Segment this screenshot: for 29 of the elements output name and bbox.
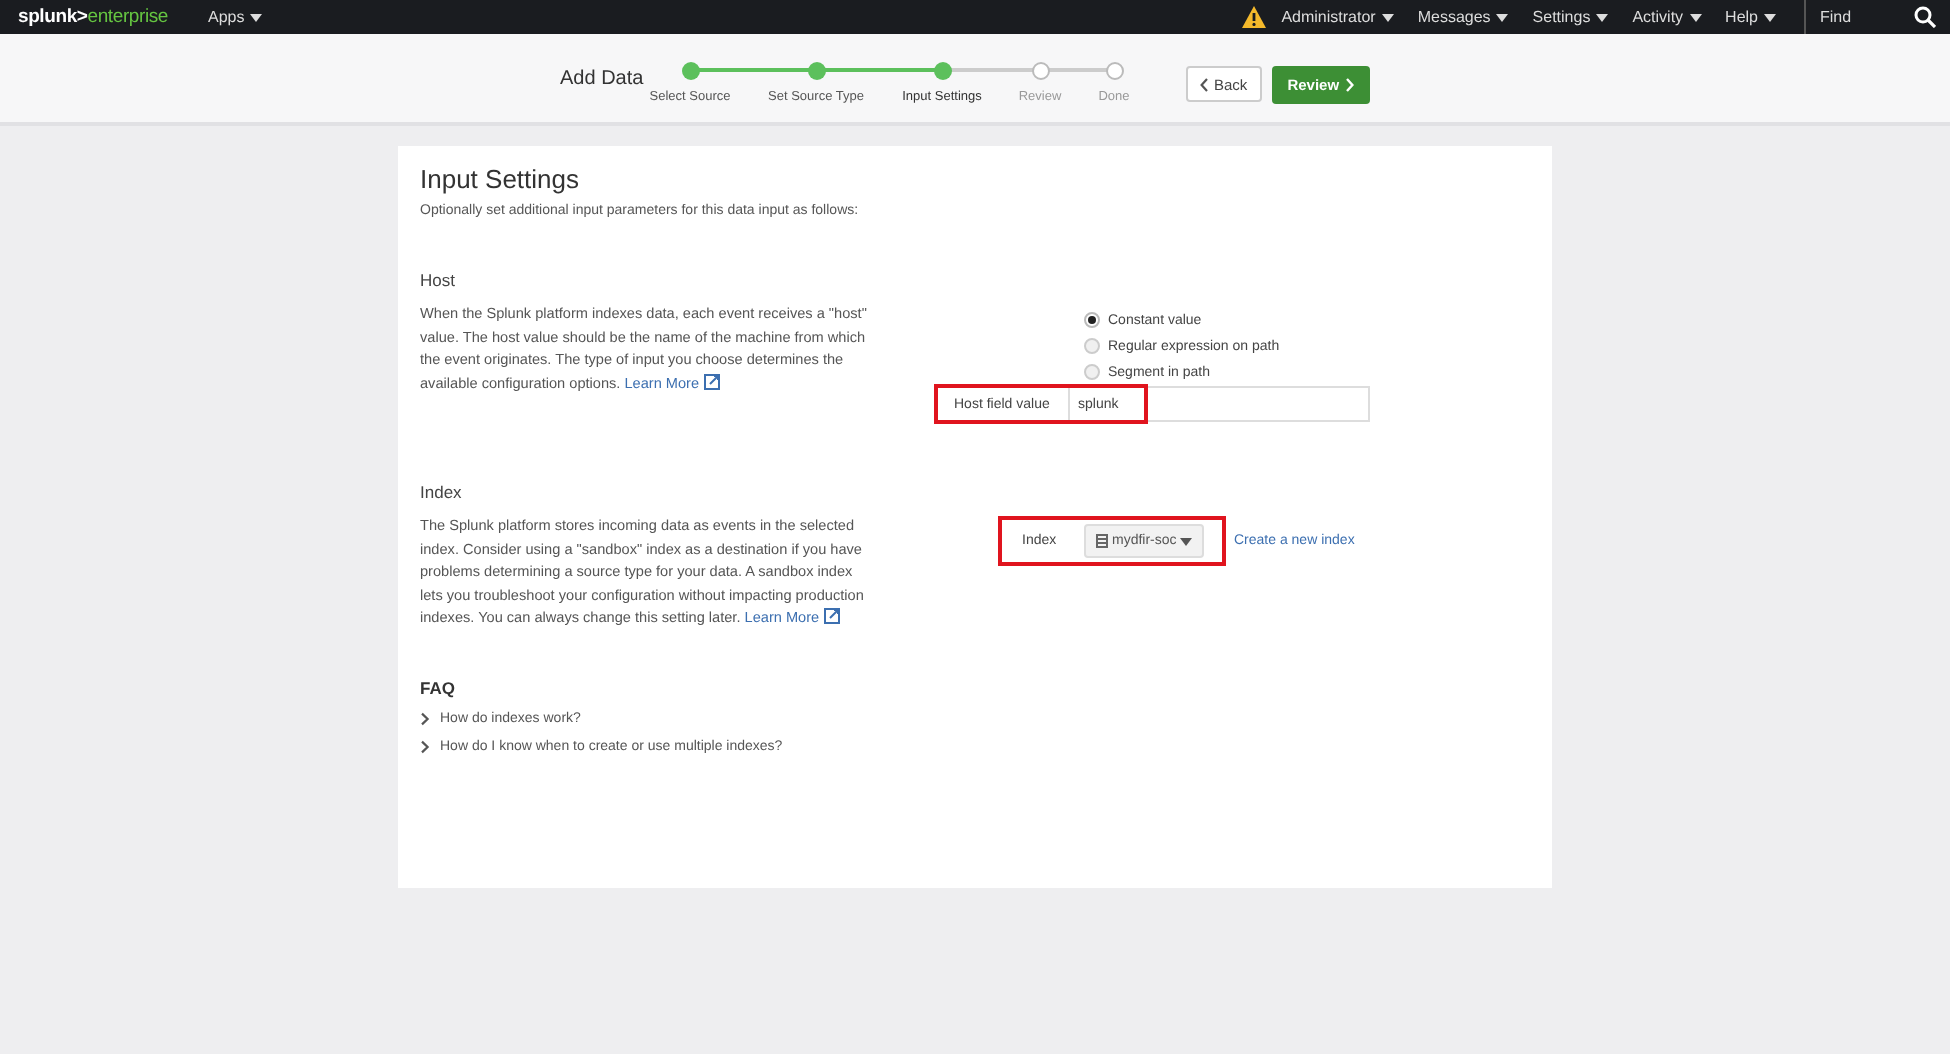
chevron-left-icon (1200, 77, 1208, 91)
page-title: Input Settings (420, 164, 581, 194)
apps-menu[interactable]: Apps (208, 8, 263, 26)
radio-button[interactable] (1084, 338, 1100, 354)
nav-menu[interactable]: Settings (1532, 8, 1609, 26)
section-heading: Host (420, 270, 457, 290)
faq-heading: FAQ (420, 677, 457, 698)
nav-menu[interactable]: Help (1725, 8, 1776, 26)
radio-button[interactable] (1084, 364, 1100, 380)
nav-menu[interactable]: Activity (1632, 8, 1702, 26)
caret-icon (250, 13, 263, 21)
nav-menu[interactable]: Messages (1417, 8, 1509, 26)
caret-icon (1180, 537, 1193, 545)
wizard-title: Add Data (560, 68, 646, 90)
radio-button[interactable] (1084, 312, 1100, 328)
nav-menu[interactable]: Administrator (1281, 8, 1394, 26)
search-icon (1914, 6, 1936, 28)
section-heading: Index (420, 482, 464, 502)
logo[interactable]: splunk>enterprise (18, 6, 169, 28)
external-link-icon (823, 608, 840, 625)
search-field[interactable]: Find (1820, 8, 1914, 26)
caret-icon (1596, 13, 1609, 21)
caret-icon (1689, 13, 1702, 21)
caret-icon (1381, 13, 1394, 21)
database-icon (1096, 534, 1108, 548)
caret-icon (1764, 13, 1776, 21)
external-link-icon (703, 373, 720, 390)
chevron-right-icon (1345, 78, 1354, 92)
caret-icon (1496, 13, 1509, 21)
